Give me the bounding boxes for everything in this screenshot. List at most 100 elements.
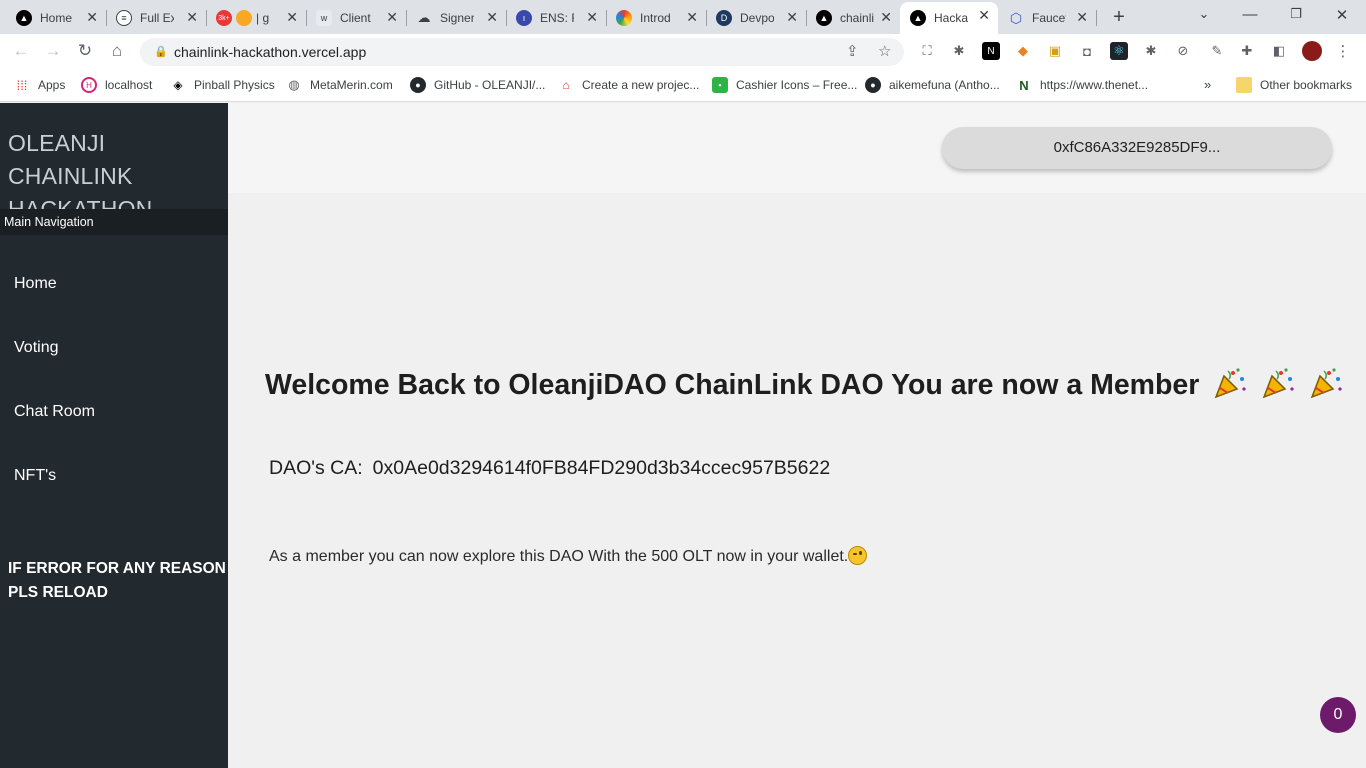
party-popper-icon xyxy=(1215,368,1246,399)
restore-icon[interactable]: ❐ xyxy=(1286,6,1306,22)
bug-extension-icon[interactable]: ✱ xyxy=(1142,42,1160,60)
close-icon[interactable]: ✕ xyxy=(386,9,398,25)
bookmark-item[interactable]: ◍ MetaMerin.com xyxy=(286,77,392,93)
home-icon[interactable]: ⌂ xyxy=(106,41,128,61)
chart-icon: ı xyxy=(516,10,532,26)
back-icon[interactable]: ← xyxy=(10,41,32,61)
camera-icon[interactable]: ◘ xyxy=(1078,42,1096,60)
browser-tab[interactable]: ☁ Signer ✕ xyxy=(406,4,507,32)
store-icon: ⌂ xyxy=(562,78,570,92)
close-icon[interactable]: ✕ xyxy=(786,9,798,25)
share-icon[interactable]: ⇪ xyxy=(846,42,859,60)
wallet-connect-button[interactable]: 0xfC86A332E9285DF9... xyxy=(942,127,1332,169)
bookmark-item[interactable]: N https://www.thenet... xyxy=(1016,77,1148,93)
tab-label: ENS: R xyxy=(540,11,574,25)
bookmark-label: Create a new projec... xyxy=(582,78,700,92)
bookmark-item[interactable]: ● GitHub - OLEANJI/... xyxy=(410,77,545,93)
ca-label: DAO's CA: xyxy=(269,457,363,479)
close-icon[interactable]: ✕ xyxy=(286,9,298,25)
main-content: 0xfC86A332E9285DF9... Welcome Back to Ol… xyxy=(228,103,1366,768)
sidebar-item-home[interactable]: Home xyxy=(14,275,57,293)
error-reload-note: IF ERROR FOR ANY REASON PLS RELOAD xyxy=(8,560,226,601)
globe-icon: ◍ xyxy=(288,77,300,92)
browser-tab[interactable]: ≡ Full Ex ✕ xyxy=(106,4,207,32)
localhost-icon: H xyxy=(81,77,97,93)
bookmark-item[interactable]: ◈ Pinball Physics xyxy=(170,77,274,93)
bookmark-item[interactable]: ▪ Cashier Icons – Free... xyxy=(712,77,857,93)
side-panel-icon[interactable]: ◧ xyxy=(1270,42,1288,60)
browser-tab[interactable]: w Client ✕ xyxy=(306,4,407,32)
screenshot-extension-icon[interactable]: ⛶ xyxy=(918,42,936,60)
browser-tab[interactable]: 3k+ | g ✕ xyxy=(206,4,307,32)
sidebar-item-voting[interactable]: Voting xyxy=(14,339,58,357)
browser-tab[interactable]: D Devpo ✕ xyxy=(706,4,807,32)
browser-tab[interactable]: ▲ chainli ✕ xyxy=(806,4,900,32)
forward-icon[interactable]: → xyxy=(42,41,64,61)
bookmark-label: GitHub - OLEANJI/... xyxy=(434,78,546,92)
close-icon[interactable]: ✕ xyxy=(486,9,498,25)
bookmark-label: Other bookmarks xyxy=(1260,78,1353,92)
bookmark-item[interactable]: ⁞⁞⁞ Apps xyxy=(14,77,66,93)
close-icon[interactable]: ✕ xyxy=(186,9,198,25)
close-icon[interactable]: ✕ xyxy=(1076,9,1088,25)
bookmark-label: aikemefuna (Antho... xyxy=(889,78,1000,92)
nav-heading: Main Navigation xyxy=(0,209,228,235)
minimize-icon[interactable]: — xyxy=(1240,6,1260,23)
chat-notification-badge[interactable]: 0 xyxy=(1320,697,1356,733)
compass-icon[interactable]: ⊘ xyxy=(1174,42,1192,60)
party-popper-icon xyxy=(1262,368,1294,399)
tab-label: | g xyxy=(256,11,270,25)
extensions-puzzle-icon[interactable]: ✚ xyxy=(1238,42,1256,60)
bookmark-item[interactable]: ⌂ Create a new projec... xyxy=(558,77,699,93)
lock-icon: 🔒 xyxy=(154,46,168,58)
menu-icon[interactable]: ⋮ xyxy=(1334,42,1352,60)
bookmark-label: Cashier Icons – Free... xyxy=(736,78,858,92)
browser-tabstrip: ▲ Home ✕ ≡ Full Ex ✕ 3k+ | g ✕ w Client … xyxy=(0,0,1366,34)
reload-icon[interactable]: ↻ xyxy=(74,41,96,61)
tab-search-icon[interactable]: ⌄ xyxy=(1194,6,1214,22)
ca-value: 0x0Ae0d3294614f0FB84FD290d3b34ccec957B56… xyxy=(372,457,831,479)
member-message: As a member you can now explore this DAO… xyxy=(269,546,868,566)
close-icon[interactable]: ✕ xyxy=(86,9,98,25)
close-icon[interactable]: ✕ xyxy=(686,9,698,25)
close-icon[interactable]: ✕ xyxy=(978,7,990,23)
welcome-text: Welcome Back to OleanjiDAO ChainLink DAO… xyxy=(265,369,1200,401)
rainbow-icon xyxy=(616,10,632,26)
react-devtools-icon[interactable]: ⚛ xyxy=(1110,42,1128,60)
browser-tab[interactable]: ı ENS: R ✕ xyxy=(506,4,607,32)
close-icon[interactable]: ✕ xyxy=(880,9,892,25)
browser-toolbar: ← → ↻ ⌂ 🔒 chainlink-hackathon.vercel.app… xyxy=(0,34,1366,70)
close-icon[interactable]: ✕ xyxy=(586,9,598,25)
notification-badge-icon: 3k+ xyxy=(216,10,232,26)
browser-tab[interactable]: Introd ✕ xyxy=(606,4,707,32)
vercel-triangle-icon: ▲ xyxy=(910,10,926,26)
browser-tab[interactable]: ▲ Home ✕ xyxy=(6,4,107,32)
coin-icon xyxy=(236,10,252,26)
sidebar-item-chat-room[interactable]: Chat Room xyxy=(14,403,95,421)
new-tab-icon[interactable]: + xyxy=(1108,6,1130,29)
metamask-icon[interactable]: ◆ xyxy=(1014,42,1032,60)
address-bar[interactable]: 🔒 chainlink-hackathon.vercel.app ⇪ ☆ xyxy=(140,38,904,66)
other-bookmarks-folder[interactable]: Other bookmarks xyxy=(1236,77,1352,93)
bookmark-label: Apps xyxy=(38,78,66,92)
profile-avatar-icon[interactable] xyxy=(1302,41,1322,61)
bookmark-item[interactable]: ● aikemefuna (Antho... xyxy=(865,77,1000,93)
bookmark-star-icon[interactable]: ☆ xyxy=(878,42,891,60)
browser-tab[interactable]: ⬡ Faucet ✕ xyxy=(998,4,1097,32)
bug-extension-icon[interactable]: ✱ xyxy=(950,42,968,60)
extension-icon[interactable]: ▣ xyxy=(1046,42,1064,60)
browser-tab-active[interactable]: ▲ Hacka ✕ xyxy=(900,2,998,34)
bookmark-label: https://www.thenet... xyxy=(1040,78,1149,92)
extension-icon[interactable]: N xyxy=(982,42,1000,60)
pen-extension-icon[interactable]: ✎ xyxy=(1208,42,1226,60)
bookmark-item[interactable]: H localhost xyxy=(81,77,152,93)
window-close-icon[interactable]: ✕ xyxy=(1332,6,1352,24)
tab-label: Devpo xyxy=(740,11,774,25)
wink-emoji-icon xyxy=(848,546,868,565)
tab-label: Signer xyxy=(440,11,474,25)
bookmarks-overflow-icon[interactable]: » xyxy=(1204,77,1211,92)
tab-label: chainli xyxy=(840,11,874,25)
sidebar-item-nfts[interactable]: NFT's xyxy=(14,467,56,485)
github-icon: ● xyxy=(410,77,426,93)
member-message-text: As a member you can now explore this DAO… xyxy=(269,548,849,565)
